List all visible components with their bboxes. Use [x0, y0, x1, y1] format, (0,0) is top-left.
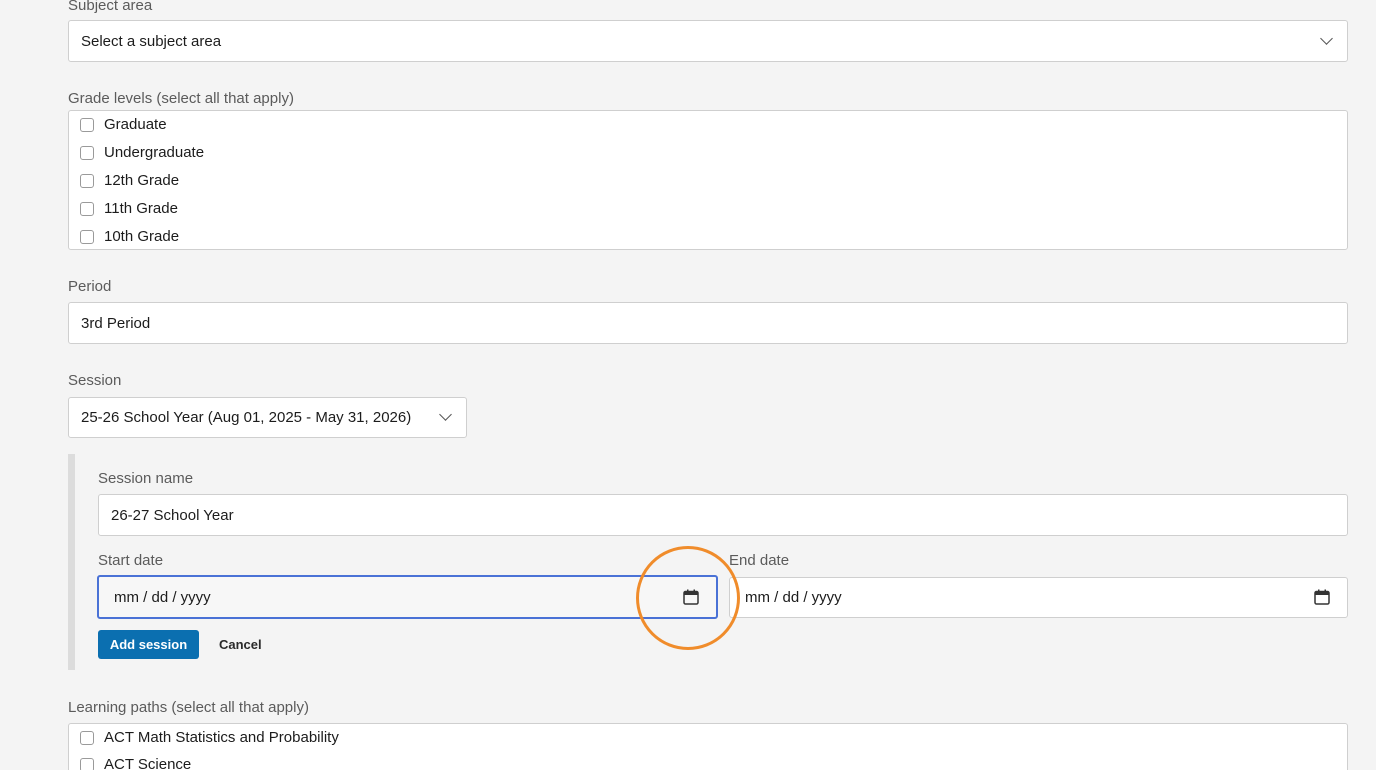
grade-levels-label: Grade levels (select all that apply) — [68, 90, 294, 107]
grade-option-label: 11th Grade — [104, 200, 178, 217]
learning-paths-label: Learning paths (select all that apply) — [68, 699, 309, 716]
learning-path-label: ACT Math Statistics and Probability — [104, 729, 339, 746]
period-input[interactable]: 3rd Period — [68, 302, 1348, 344]
start-date-label: Start date — [98, 552, 164, 569]
subject-area-label: Subject area — [68, 0, 153, 14]
checkbox[interactable] — [80, 202, 94, 216]
learning-path-label: ACT Science — [104, 756, 192, 770]
learning-path-option[interactable]: ACT Science — [80, 755, 191, 770]
add-session-button[interactable]: Add session — [98, 630, 199, 659]
grade-option-12th[interactable]: 12th Grade — [80, 171, 179, 191]
grade-option-11th[interactable]: 11th Grade — [80, 199, 178, 219]
checkbox[interactable] — [80, 230, 94, 244]
chevron-down-icon — [439, 408, 452, 421]
end-date-placeholder: mm / dd / yyyy — [745, 589, 842, 606]
session-name-input[interactable]: 26-27 School Year — [98, 494, 1348, 536]
calendar-icon[interactable] — [1313, 588, 1331, 606]
end-date-label: End date — [729, 552, 790, 569]
period-value: 3rd Period — [81, 315, 151, 332]
session-name-value: 26-27 School Year — [111, 507, 234, 524]
new-session-panel-accent — [68, 454, 75, 670]
grade-option-label: Graduate — [104, 116, 167, 133]
cancel-button[interactable]: Cancel — [219, 630, 262, 659]
session-name-label: Session name — [98, 470, 194, 487]
grade-option-label: 10th Grade — [104, 228, 180, 245]
grade-levels-list[interactable] — [68, 110, 1348, 250]
learning-path-option[interactable]: ACT Math Statistics and Probability — [80, 728, 339, 748]
grade-option-undergraduate[interactable]: Undergraduate — [80, 143, 204, 163]
course-form: Subject area Select a subject area Grade… — [0, 0, 1376, 770]
chevron-down-icon — [1320, 32, 1333, 45]
checkbox[interactable] — [80, 758, 94, 770]
new-session-panel — [75, 454, 1348, 670]
calendar-icon[interactable] — [682, 588, 700, 606]
subject-area-placeholder: Select a subject area — [81, 33, 222, 50]
session-select[interactable]: 25-26 School Year (Aug 01, 2025 - May 31… — [68, 397, 467, 438]
grade-option-label: Undergraduate — [104, 144, 205, 161]
end-date-input[interactable]: mm / dd / yyyy — [729, 577, 1348, 618]
period-label: Period — [68, 278, 112, 295]
session-selected-value: 25-26 School Year (Aug 01, 2025 - May 31… — [81, 409, 412, 426]
checkbox[interactable] — [80, 118, 94, 132]
start-date-input[interactable]: mm / dd / yyyy — [97, 575, 718, 619]
subject-area-select[interactable]: Select a subject area — [68, 20, 1348, 62]
grade-option-10th[interactable]: 10th Grade — [80, 227, 179, 247]
grade-option-label: 12th Grade — [104, 172, 180, 189]
start-date-placeholder: mm / dd / yyyy — [114, 589, 211, 606]
checkbox[interactable] — [80, 731, 94, 745]
checkbox[interactable] — [80, 146, 94, 160]
checkbox[interactable] — [80, 174, 94, 188]
session-label: Session — [68, 372, 122, 389]
grade-option-graduate[interactable]: Graduate — [80, 115, 167, 135]
